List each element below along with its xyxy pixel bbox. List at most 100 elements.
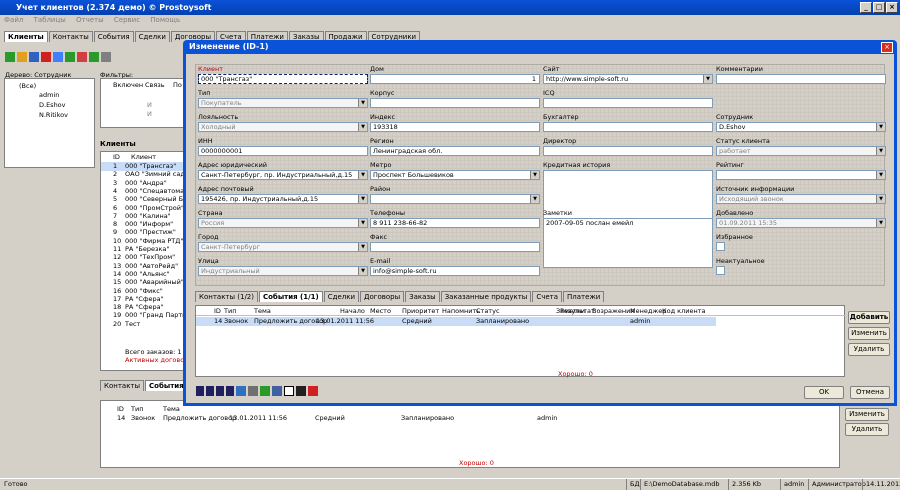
filter-icon[interactable] (53, 52, 63, 62)
last-record-icon[interactable] (226, 386, 234, 396)
city-dropdown-icon[interactable]: ▼ (358, 243, 367, 251)
dlg-col-10[interactable]: Возражения (592, 307, 634, 315)
employee-field[interactable]: D.Eshov ▼ (716, 122, 886, 132)
dlg-tab-ordered-products[interactable]: Заказанные продукты (440, 291, 532, 302)
house-field[interactable]: 1 (370, 74, 540, 84)
dialog-delete-button[interactable]: Удалить (848, 343, 890, 356)
tab-events[interactable]: События (93, 31, 134, 42)
index-field[interactable]: 193318 (370, 122, 540, 132)
filter-add-icon[interactable] (65, 52, 75, 62)
street-dropdown-icon[interactable]: ▼ (358, 267, 367, 275)
added-field[interactable]: 01.09.2011 15:35 ▼ (716, 218, 886, 228)
fav-checkbox[interactable] (716, 242, 725, 251)
phones-field[interactable]: 8 911 238-66-82 (370, 218, 540, 228)
dlg-tab-contracts[interactable]: Договоры (360, 291, 405, 302)
inn-field[interactable]: 0000000001 (198, 146, 368, 156)
dlg-tab-orders[interactable]: Заказы (405, 291, 440, 302)
dlg-tab-contacts[interactable]: Контакты (1/2) (195, 291, 258, 302)
maximize-button[interactable]: □ (873, 2, 885, 13)
dialog-edit-button[interactable]: Изменить (848, 327, 890, 340)
bottom-edit-button[interactable]: Изменить (845, 408, 889, 421)
icq-field[interactable] (543, 98, 713, 108)
source-field[interactable]: Исходящий звонок ▼ (716, 194, 886, 204)
menu-reports[interactable]: Отчеты (76, 16, 104, 24)
tree-item-ritikov[interactable]: N.Ritikov (39, 111, 68, 119)
next-record-icon[interactable] (216, 386, 224, 396)
dialog-close-button[interactable]: × (881, 42, 893, 53)
menu-tables[interactable]: Таблицы (34, 16, 66, 24)
edit-icon[interactable] (29, 52, 39, 62)
district-field[interactable]: ▼ (370, 194, 540, 204)
tab-bottom-events[interactable]: События (145, 380, 188, 391)
dlg-col-11[interactable]: Менеджер (630, 307, 666, 315)
metro-dropdown-icon[interactable]: ▼ (530, 171, 539, 179)
print-icon[interactable] (101, 52, 111, 62)
source-dropdown-icon[interactable]: ▼ (876, 195, 885, 203)
employee-dropdown-icon[interactable]: ▼ (876, 123, 885, 131)
menu-service[interactable]: Сервис (114, 16, 140, 24)
dlg-col-1[interactable]: Тип (224, 307, 236, 315)
rating-field[interactable]: ▼ (716, 170, 886, 180)
menu-help[interactable]: Помощь (150, 16, 180, 24)
legal-field[interactable]: Санкт-Петербург, пр. Индустриальный,д.15… (198, 170, 368, 180)
dlg-col-3[interactable]: Начало (340, 307, 365, 315)
menu-file[interactable]: Файл (4, 16, 23, 24)
record-icon[interactable] (296, 386, 306, 396)
inactive-checkbox[interactable] (716, 266, 725, 275)
filter-clear-icon[interactable] (77, 52, 87, 62)
type-dropdown-icon[interactable]: ▼ (358, 99, 367, 107)
ok-button[interactable]: OK (804, 386, 844, 399)
dlg-col-4[interactable]: Место (370, 307, 391, 315)
street-field[interactable]: Индустриальный ▼ (198, 266, 368, 276)
client-row[interactable]: 20 Тест (101, 320, 185, 329)
dlg-col-0[interactable]: ID (214, 307, 221, 315)
type-field[interactable]: Покупатель ▼ (198, 98, 368, 108)
add-icon[interactable] (5, 52, 15, 62)
excel-icon[interactable] (89, 52, 99, 62)
delete-icon[interactable] (41, 52, 51, 62)
legal-dropdown-icon[interactable]: ▼ (358, 171, 367, 179)
first-record-icon[interactable] (196, 386, 204, 396)
email-field[interactable]: info@simple-soft.ru (370, 266, 540, 276)
comments-field[interactable] (716, 74, 886, 84)
tree-item-eshov[interactable]: D.Eshov (39, 101, 66, 109)
dlg-col-6[interactable]: Напомнить (442, 307, 480, 315)
tree-item-admin[interactable]: admin (39, 91, 59, 99)
added-dropdown-icon[interactable]: ▼ (876, 219, 885, 227)
attach-icon[interactable] (236, 386, 246, 396)
country-dropdown-icon[interactable]: ▼ (358, 219, 367, 227)
notes-field[interactable]: 2007-09-05 послан емейл (543, 218, 713, 268)
site-dropdown-icon[interactable]: ▼ (703, 75, 712, 83)
delete-icon[interactable] (308, 386, 318, 396)
corp-field[interactable] (370, 98, 540, 108)
postal-dropdown-icon[interactable]: ▼ (358, 195, 367, 203)
dlg-tab-events[interactable]: События (1/1) (258, 291, 323, 302)
tab-deals[interactable]: Сделки (134, 31, 170, 42)
accountant-field[interactable] (543, 122, 713, 132)
city-field[interactable]: Санкт-Петербург ▼ (198, 242, 368, 252)
dlg-col-5[interactable]: Приоритет (402, 307, 439, 315)
dlg-col-12[interactable]: Код клиента (662, 307, 705, 315)
dlg-col-9[interactable]: Результат (560, 307, 595, 315)
tab-clients[interactable]: Клиенты (4, 31, 48, 42)
tab-bottom-contacts[interactable]: Контакты (100, 380, 145, 391)
client-field[interactable]: 000 "Трансгаз" (198, 74, 368, 84)
dlg-tab-deals[interactable]: Сделки (323, 291, 360, 302)
prev-record-icon[interactable] (206, 386, 214, 396)
region-field[interactable]: Ленинградская обл. (370, 146, 540, 156)
bottom-delete-button[interactable]: Удалить (845, 423, 889, 436)
postal-field[interactable]: 195426, пр. Индустриальный,д.15 ▼ (198, 194, 368, 204)
status-field[interactable]: работает ▼ (716, 146, 886, 156)
status-dropdown-icon[interactable]: ▼ (876, 147, 885, 155)
dlg-col-2[interactable]: Тема (254, 307, 271, 315)
minimize-button[interactable]: _ (860, 2, 872, 13)
copy-icon[interactable] (17, 52, 27, 62)
save-icon[interactable] (272, 386, 282, 396)
fax-field[interactable] (370, 242, 540, 252)
loyalty-dropdown-icon[interactable]: ▼ (358, 123, 367, 131)
metro-field[interactable]: Проспект Большевиков ▼ (370, 170, 540, 180)
dlg-tab-payments[interactable]: Платежи (563, 291, 605, 302)
loyalty-field[interactable]: Холодный ▼ (198, 122, 368, 132)
dialog-add-button[interactable]: Добавить (848, 311, 890, 324)
dlg-tab-invoices[interactable]: Счета (532, 291, 563, 302)
